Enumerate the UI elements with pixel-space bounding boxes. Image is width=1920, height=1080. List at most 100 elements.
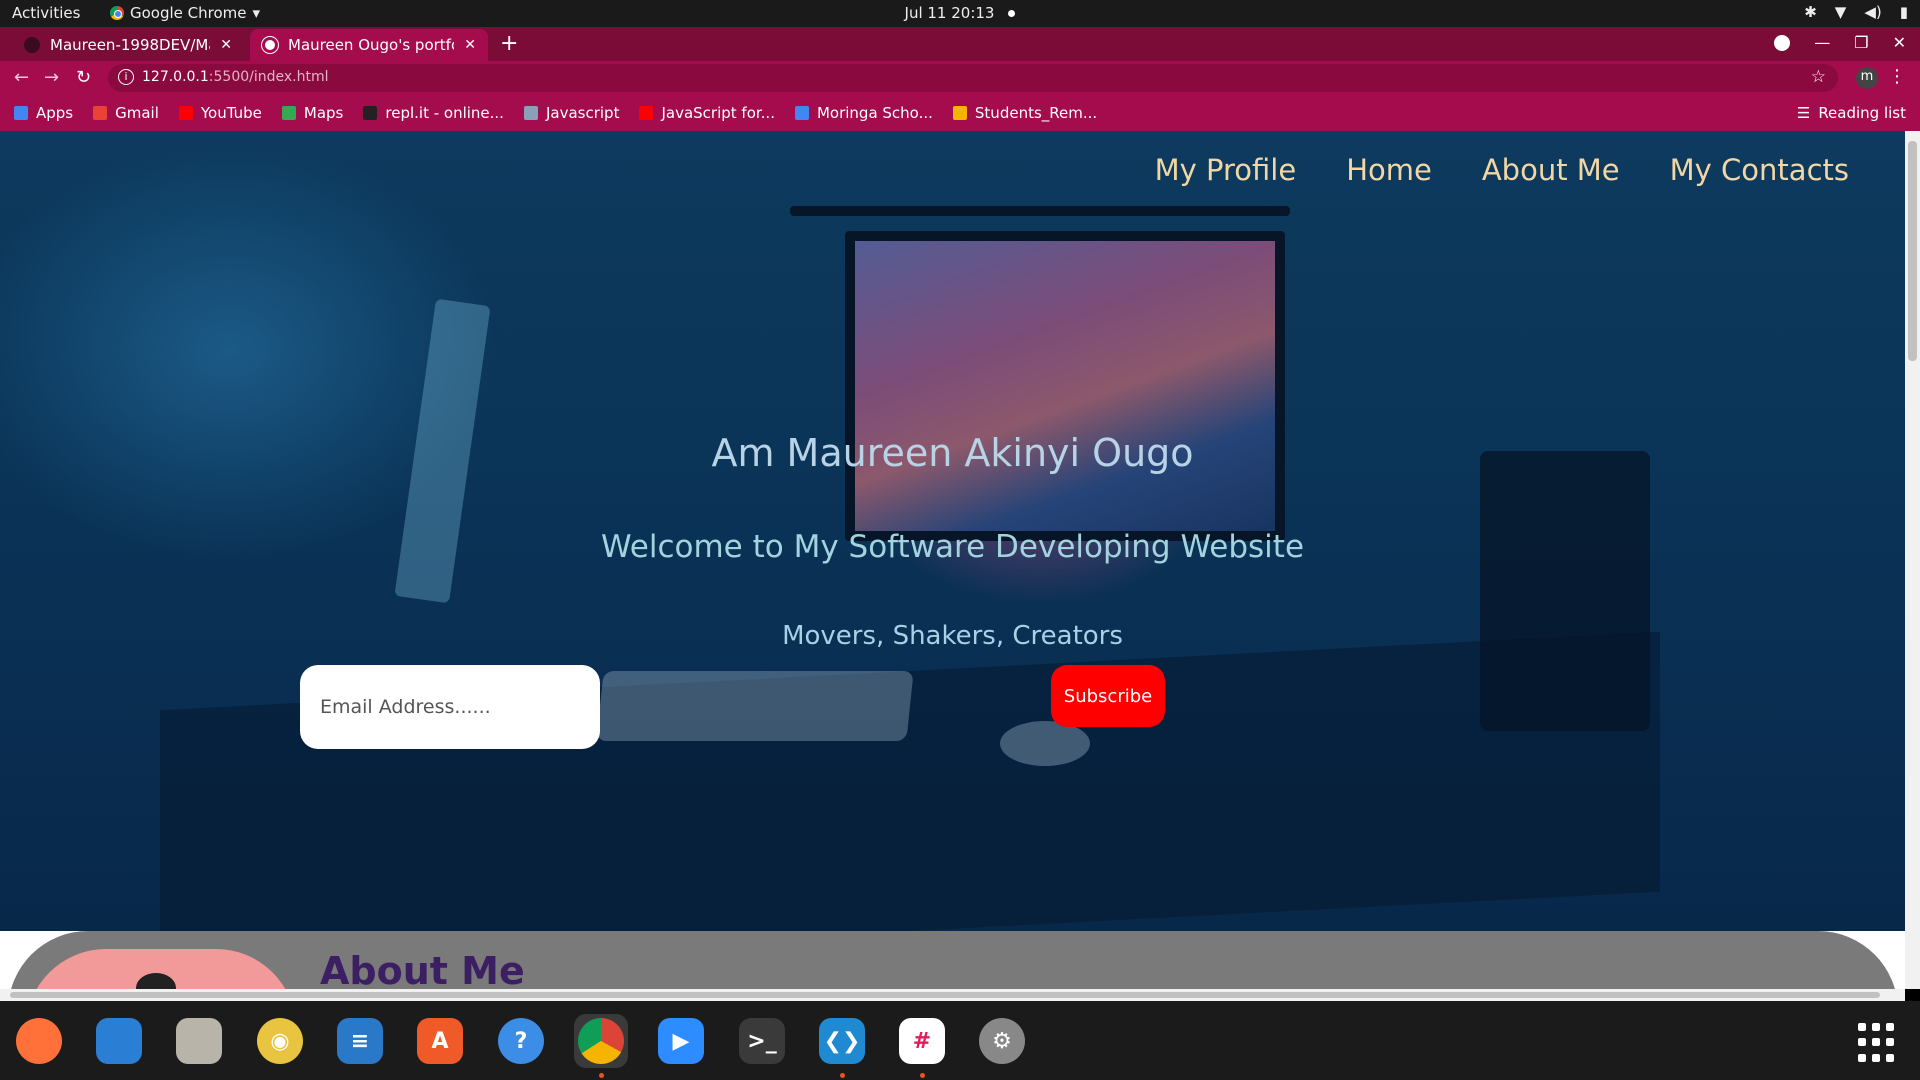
system-top-bar: Activities Google Chrome ▾ Jul 11 20:13 … — [0, 0, 1920, 27]
bookmark-label: Students_Rem... — [974, 104, 1098, 122]
reading-list-button[interactable]: ☰ Reading list — [1797, 104, 1906, 122]
bookmark-item[interactable]: Javascript — [523, 104, 619, 122]
system-tray[interactable]: ✱ ▼ ◀) ▮ — [1804, 3, 1908, 21]
notification-dot-icon — [1008, 10, 1016, 17]
bookmark-label: Maps — [303, 104, 344, 122]
horizontal-scrollbar[interactable] — [0, 989, 1905, 1001]
rhythmbox-icon[interactable]: ◉ — [253, 1014, 307, 1068]
bookmark-item[interactable]: YouTube — [178, 104, 262, 122]
subscribe-button[interactable]: Subscribe — [1051, 665, 1165, 727]
vertical-scrollbar[interactable] — [1905, 131, 1920, 989]
bookmark-item[interactable]: Gmail — [93, 104, 159, 122]
scrollbar-thumb[interactable] — [10, 992, 1880, 998]
nav-my-contacts[interactable]: My Contacts — [1670, 153, 1849, 187]
battery-icon[interactable]: ▮ — [1900, 3, 1908, 21]
replit-icon — [363, 106, 378, 120]
bookmark-star-icon[interactable]: ☆ — [1811, 67, 1826, 87]
reading-list-label: Reading list — [1818, 104, 1906, 122]
scrollbar-thumb[interactable] — [1908, 141, 1917, 361]
activities-button[interactable]: Activities — [12, 4, 80, 22]
reading-list-icon: ☰ — [1796, 104, 1811, 122]
dropdown-arrow-icon: ▾ — [252, 4, 261, 22]
bookmarks-bar: Apps Gmail YouTube Maps repl.it - online... J… — [0, 95, 1920, 131]
site-nav: My Profile Home About Me My Contacts — [1155, 153, 1849, 187]
tab-title: Maureen Ougo's portfolio — [288, 36, 454, 54]
page-viewport: My Profile Home About Me My Contacts Am … — [0, 131, 1905, 989]
back-button[interactable]: ← — [14, 67, 29, 88]
browser-menu-icon[interactable]: ⋮ — [1888, 66, 1906, 87]
bookmark-label: Gmail — [115, 104, 159, 122]
running-indicator — [599, 1073, 604, 1078]
address-bar[interactable]: i 127.0.0.1:5500/index.html ☆ — [108, 64, 1838, 92]
terminal-icon[interactable]: >_ — [735, 1014, 789, 1068]
reload-button[interactable]: ↻ — [76, 67, 91, 88]
running-indicator — [920, 1073, 925, 1078]
background-mouse — [1000, 721, 1090, 766]
close-tab-icon[interactable]: ✕ — [464, 37, 476, 53]
profile-avatar[interactable]: m — [1856, 67, 1878, 89]
files-icon[interactable] — [172, 1014, 226, 1068]
bookmark-item[interactable]: Apps — [14, 104, 73, 122]
tab-title: Maureen-1998DEV/Maure — [50, 36, 210, 54]
volume-icon[interactable]: ◀) — [1864, 3, 1881, 21]
clock[interactable]: Jul 11 20:13 — [905, 4, 995, 22]
bookmark-label: JavaScript for... — [661, 104, 775, 122]
app-menu-label: Google Chrome — [130, 4, 247, 22]
url-text[interactable]: 127.0.0.1:5500/index.html — [142, 69, 329, 85]
youtube-icon — [178, 106, 193, 120]
chrome-icon — [110, 6, 124, 20]
settings-icon[interactable]: ⚙ — [975, 1014, 1029, 1068]
dock: ◉ ≡ A? ▶ >_ ❮❯ # ⚙ — [0, 1001, 1920, 1080]
bookmark-item[interactable]: Students_Rem... — [952, 104, 1098, 122]
help-icon[interactable]: ? — [494, 1014, 548, 1068]
globe-icon — [262, 37, 278, 53]
bookmark-label: Moringa Scho... — [816, 104, 933, 122]
writer-icon[interactable]: ≡ — [333, 1014, 387, 1068]
bookmark-item[interactable]: Moringa Scho... — [794, 104, 933, 122]
nav-my-profile[interactable]: My Profile — [1155, 153, 1297, 187]
hero-section: My Profile Home About Me My Contacts Am … — [0, 131, 1905, 971]
close-tab-icon[interactable]: ✕ — [220, 37, 232, 53]
minimize-button[interactable]: — — [1814, 33, 1830, 52]
close-window-button[interactable]: ✕ — [1893, 33, 1906, 52]
docs-icon — [794, 106, 809, 120]
hero-subtitle: Welcome to My Software Developing Websit… — [600, 529, 1305, 565]
hero-tagline: Movers, Shakers, Creators — [782, 621, 1123, 651]
app-menu[interactable]: Google Chrome ▾ — [110, 4, 260, 22]
maps-icon — [281, 106, 296, 120]
monitor-light-bar — [790, 206, 1290, 216]
site-info-icon[interactable]: i — [118, 69, 134, 85]
hero-title: Am Maureen Akinyi Ougo — [711, 431, 1194, 475]
running-indicator — [840, 1073, 845, 1078]
browser-toolbar: ← → ↻ i 127.0.0.1:5500/index.html ☆ m ⋮ — [0, 61, 1920, 95]
slack-tray-icon[interactable]: ✱ — [1804, 3, 1817, 21]
firefox-icon[interactable] — [12, 1014, 66, 1068]
github-icon — [24, 37, 40, 53]
bookmark-item[interactable]: JavaScript for... — [639, 104, 775, 122]
new-tab-button[interactable]: + — [500, 31, 518, 56]
forward-button[interactable]: → — [44, 67, 59, 88]
show-applications-icon[interactable] — [1858, 1023, 1898, 1063]
vscode-icon[interactable]: ❮❯ — [815, 1014, 869, 1078]
email-input[interactable] — [300, 665, 600, 749]
apps-grid-icon — [14, 106, 28, 120]
background-monitor — [845, 231, 1285, 541]
nav-home[interactable]: Home — [1346, 153, 1432, 187]
software-center-icon[interactable]: A — [413, 1014, 467, 1068]
nav-about-me[interactable]: About Me — [1482, 153, 1620, 187]
restore-button[interactable]: ❐ — [1854, 33, 1868, 52]
bookmark-label: repl.it - online... — [385, 104, 504, 122]
slack-icon[interactable]: # — [895, 1014, 949, 1078]
wifi-icon[interactable]: ▼ — [1835, 3, 1847, 21]
zoom-icon[interactable]: ▶ — [654, 1014, 708, 1068]
bookmark-item[interactable]: Maps — [281, 104, 344, 122]
bookmark-item[interactable]: repl.it - online... — [363, 104, 504, 122]
youtube-icon — [639, 106, 654, 120]
chrome-icon[interactable] — [574, 1014, 628, 1078]
tab-search-icon[interactable] — [1774, 34, 1791, 51]
tab-strip: Maureen-1998DEV/Maure ✕ Maureen Ougo's p… — [0, 27, 1920, 61]
bookmark-label: YouTube — [200, 104, 262, 122]
thunderbird-icon[interactable] — [92, 1014, 146, 1068]
tab-portfolio[interactable]: Maureen Ougo's portfolio ✕ — [250, 29, 488, 61]
tab-github[interactable]: Maureen-1998DEV/Maure ✕ — [12, 29, 244, 61]
